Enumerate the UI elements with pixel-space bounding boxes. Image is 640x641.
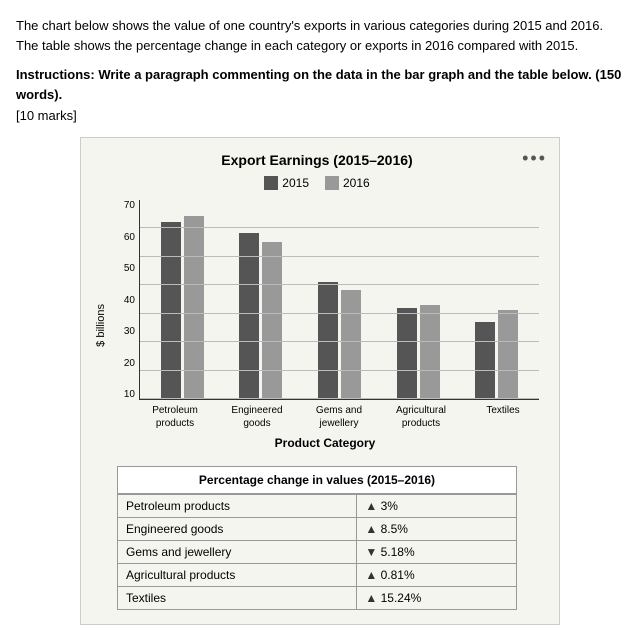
bar-2016: [262, 242, 282, 399]
instructions-text: Instructions: Write a paragraph commenti…: [16, 65, 624, 104]
y-tick-60: 60: [124, 232, 135, 243]
legend-2015: 2015: [264, 176, 309, 190]
description-text: The chart below shows the value of one c…: [16, 16, 624, 55]
bar-group: [227, 233, 296, 399]
y-axis-label: $ billions: [95, 304, 107, 347]
table-category: Agricultural products: [118, 564, 357, 587]
bar-2016: [184, 216, 204, 399]
bar-group: [148, 216, 217, 399]
table-value: ▲ 0.81%: [357, 564, 517, 587]
grid-line-30: [140, 341, 539, 342]
chart-inner: 70 60 50 40 30 20 10: [111, 200, 539, 450]
grid-line-10: [140, 398, 539, 399]
x-label: Gems andjewellery: [303, 404, 375, 430]
percentage-value: 15.24%: [381, 591, 422, 605]
bars-area: [139, 200, 539, 400]
arrow-up-icon: ▲: [365, 522, 377, 536]
grid-line-50: [140, 284, 539, 285]
bar-2015: [161, 222, 181, 399]
y-tick-50: 50: [124, 263, 135, 274]
y-tick-30: 30: [124, 326, 135, 337]
table-category: Petroleum products: [118, 495, 357, 518]
bar-2016: [420, 305, 440, 399]
chart-with-yaxis: 70 60 50 40 30 20 10: [111, 200, 539, 400]
chart-legend: 2015 2016: [95, 176, 539, 190]
grid-line-40: [140, 313, 539, 314]
table-row: Engineered goods▲ 8.5%: [118, 518, 517, 541]
chart-title: Export Earnings (2015–2016): [95, 152, 539, 168]
y-tick-70: 70: [124, 200, 135, 211]
arrow-up-icon: ▲: [365, 568, 377, 582]
percentage-value: 8.5%: [381, 522, 408, 536]
percentage-value: 3%: [381, 499, 398, 513]
bar-group: [462, 310, 531, 399]
table-category: Gems and jewellery: [118, 541, 357, 564]
table-category: Textiles: [118, 587, 357, 610]
table-row: Agricultural products▲ 0.81%: [118, 564, 517, 587]
table-row: Textiles▲ 15.24%: [118, 587, 517, 610]
legend-label-2015: 2015: [282, 176, 309, 190]
legend-2016: 2016: [325, 176, 370, 190]
grid-line-60: [140, 256, 539, 257]
arrow-up-icon: ▲: [365, 499, 377, 513]
arrow-up-icon: ▲: [365, 591, 377, 605]
table-row: Gems and jewellery▼ 5.18%: [118, 541, 517, 564]
percentage-table: Petroleum products▲ 3%Engineered goods▲ …: [117, 494, 517, 610]
more-options-button[interactable]: •••: [522, 148, 547, 169]
y-tick-20: 20: [124, 358, 135, 369]
bar-2016: [498, 310, 518, 399]
grid-line-70: [140, 227, 539, 228]
marks-text: [10 marks]: [16, 108, 624, 123]
x-label: Engineeredgoods: [221, 404, 293, 430]
percentage-value: 0.81%: [381, 568, 415, 582]
x-label: Agriculturalproducts: [385, 404, 457, 430]
table-category: Engineered goods: [118, 518, 357, 541]
arrow-down-icon: ▼: [365, 545, 377, 559]
bar-2015: [475, 322, 495, 399]
table-section: Percentage change in values (2015–2016) …: [117, 466, 517, 610]
table-value: ▲ 8.5%: [357, 518, 517, 541]
x-label: Textiles: [467, 404, 539, 430]
x-axis-title: Product Category: [111, 436, 539, 450]
chart-area: $ billions 70 60 50 40 30 20 10: [95, 200, 539, 450]
legend-label-2016: 2016: [343, 176, 370, 190]
legend-box-2016: [325, 176, 339, 190]
table-value: ▼ 5.18%: [357, 541, 517, 564]
table-value: ▲ 15.24%: [357, 587, 517, 610]
legend-box-2015: [264, 176, 278, 190]
bar-2016: [341, 290, 361, 399]
bar-2015: [239, 233, 259, 399]
chart-container: ••• Export Earnings (2015–2016) 2015 201…: [80, 137, 560, 625]
y-tick-40: 40: [124, 295, 135, 306]
y-axis: 70 60 50 40 30 20 10: [111, 200, 139, 400]
y-tick-10: 10: [124, 389, 135, 400]
bar-2015: [397, 308, 417, 399]
grid-line-20: [140, 370, 539, 371]
percentage-value: 5.18%: [381, 545, 415, 559]
x-labels-row: Petroleumproducts Engineeredgoods Gems and…: [111, 400, 539, 430]
x-label: Petroleumproducts: [139, 404, 211, 430]
table-row: Petroleum products▲ 3%: [118, 495, 517, 518]
table-value: ▲ 3%: [357, 495, 517, 518]
table-title: Percentage change in values (2015–2016): [117, 466, 517, 494]
bar-group: [384, 305, 453, 399]
